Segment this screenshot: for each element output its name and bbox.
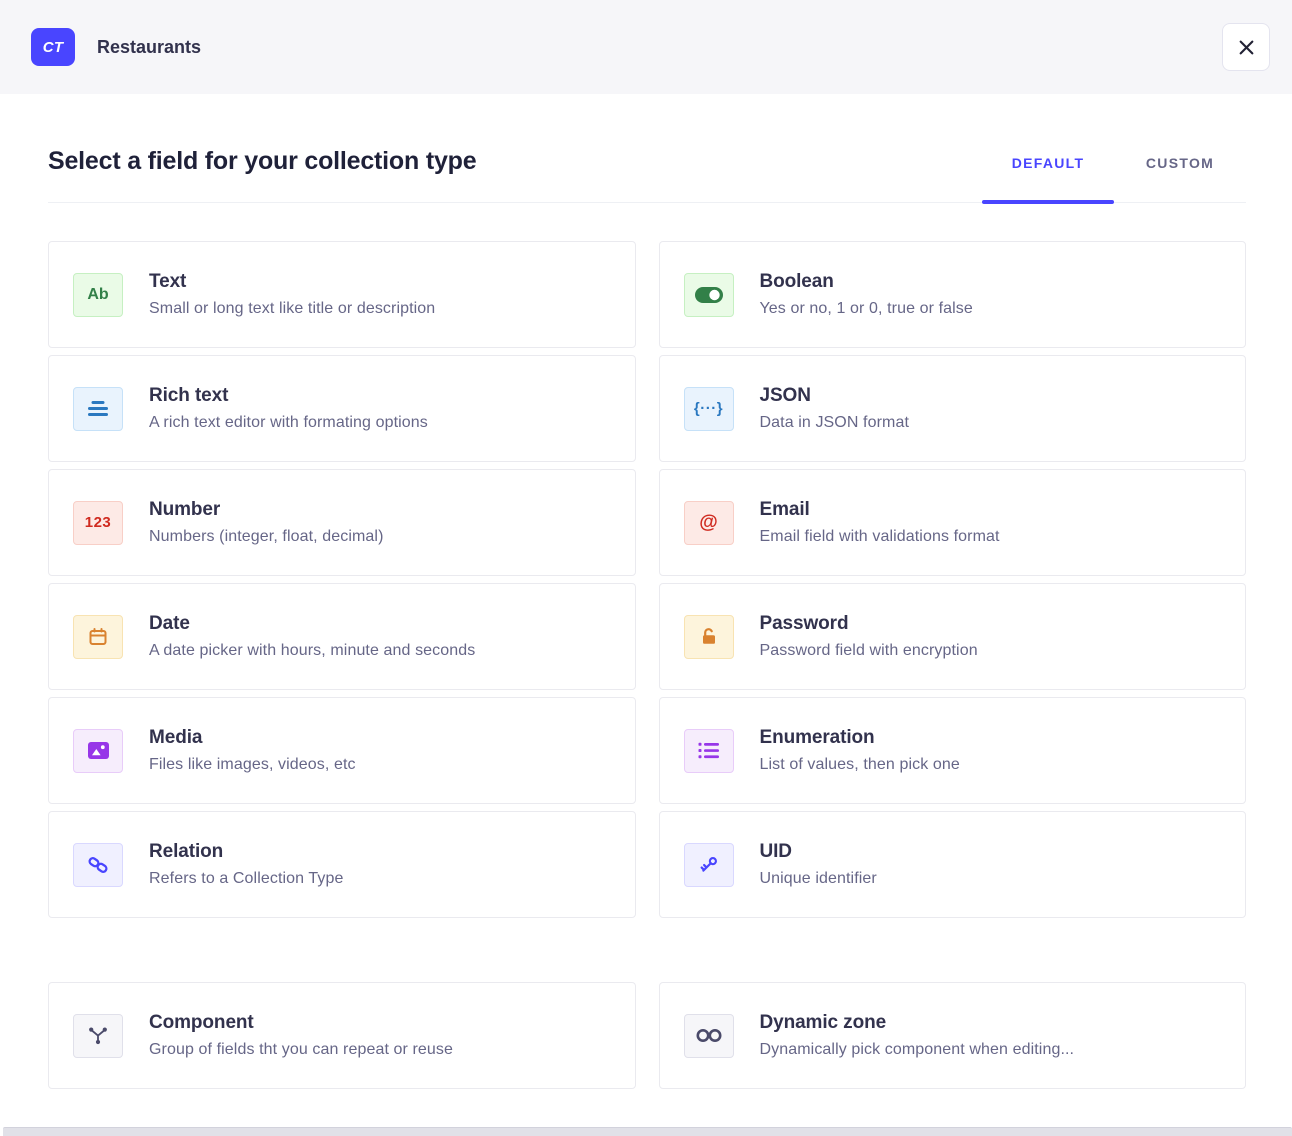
dynamiczone-infinity-icon [684,1014,734,1058]
title-row: Select a field for your collection type … [48,146,1246,203]
field-card-enumeration[interactable]: Enumeration List of values, then pick on… [659,697,1247,804]
enumeration-list-icon [684,729,734,773]
default-fields-grid: Ab Text Small or long text like title or… [48,241,1246,918]
field-description: A date picker with hours, minute and sec… [149,642,475,660]
field-card-component[interactable]: Component Group of fields tht you can re… [48,982,636,1089]
field-description: Refers to a Collection Type [149,870,344,888]
field-description: Email field with validations format [760,528,1000,546]
field-description: Dynamically pick component when editing.… [760,1041,1075,1059]
field-description: List of values, then pick one [760,756,960,774]
uid-key-icon [684,843,734,887]
text-field-icon: Ab [73,273,123,317]
close-icon [1238,39,1255,56]
field-name: Text [149,271,435,293]
component-nodes-icon [73,1014,123,1058]
field-card-richtext[interactable]: Rich text A rich text editor with format… [48,355,636,462]
field-description: Unique identifier [760,870,877,888]
field-name: Email [760,499,1000,521]
field-card-uid[interactable]: UID Unique identifier [659,811,1247,918]
field-description: Numbers (integer, float, decimal) [149,528,384,546]
field-name: Enumeration [760,727,960,749]
field-card-relation[interactable]: Relation Refers to a Collection Type [48,811,636,918]
field-name: Component [149,1012,453,1034]
field-description: Files like images, videos, etc [149,756,356,774]
field-name: Number [149,499,384,521]
boolean-toggle-icon [684,273,734,317]
modal-footer-edge [3,1127,1292,1136]
json-braces-icon: {···} [684,387,734,431]
field-description: Password field with encryption [760,642,978,660]
field-description: Small or long text like title or descrip… [149,300,435,318]
field-name: JSON [760,385,910,407]
field-description: Data in JSON format [760,414,910,432]
field-description: Yes or no, 1 or 0, true or false [760,300,973,318]
relation-chain-icon [73,843,123,887]
field-select-modal: CT Restaurants Select a field for your c… [0,0,1292,1136]
field-name: Relation [149,841,344,863]
field-name: Media [149,727,356,749]
tab-bar: DEFAULT CUSTOM [982,155,1246,202]
tab-custom[interactable]: CUSTOM [1114,155,1246,202]
field-name: Password [760,613,978,635]
email-at-icon: @ [684,501,734,545]
media-picture-icon [73,729,123,773]
field-card-json[interactable]: {···} JSON Data in JSON format [659,355,1247,462]
richtext-lines-icon [73,387,123,431]
special-fields-grid: Component Group of fields tht you can re… [48,982,1246,1089]
modal-header: CT Restaurants [0,0,1292,94]
field-card-boolean[interactable]: Boolean Yes or no, 1 or 0, true or false [659,241,1247,348]
field-description: A rich text editor with formating option… [149,414,428,432]
field-name: Boolean [760,271,973,293]
modal-body: Select a field for your collection type … [0,146,1292,1089]
password-lock-icon [684,615,734,659]
field-card-text[interactable]: Ab Text Small or long text like title or… [48,241,636,348]
tab-default[interactable]: DEFAULT [982,155,1114,202]
field-card-number[interactable]: 123 Number Numbers (integer, float, deci… [48,469,636,576]
date-calendar-icon [73,615,123,659]
field-card-email[interactable]: @ Email Email field with validations for… [659,469,1247,576]
field-name: Date [149,613,475,635]
field-card-dynamiczone[interactable]: Dynamic zone Dynamically pick component … [659,982,1247,1089]
field-card-date[interactable]: Date A date picker with hours, minute an… [48,583,636,690]
page-title: Select a field for your collection type [48,146,476,202]
field-name: Rich text [149,385,428,407]
modal-title: Restaurants [97,37,1222,58]
number-123-icon: 123 [73,501,123,545]
close-button[interactable] [1222,23,1270,71]
field-card-password[interactable]: Password Password field with encryption [659,583,1247,690]
field-description: Group of fields tht you can repeat or re… [149,1041,453,1059]
field-name: UID [760,841,877,863]
content-type-badge: CT [31,28,75,66]
field-name: Dynamic zone [760,1012,1075,1034]
field-card-media[interactable]: Media Files like images, videos, etc [48,697,636,804]
